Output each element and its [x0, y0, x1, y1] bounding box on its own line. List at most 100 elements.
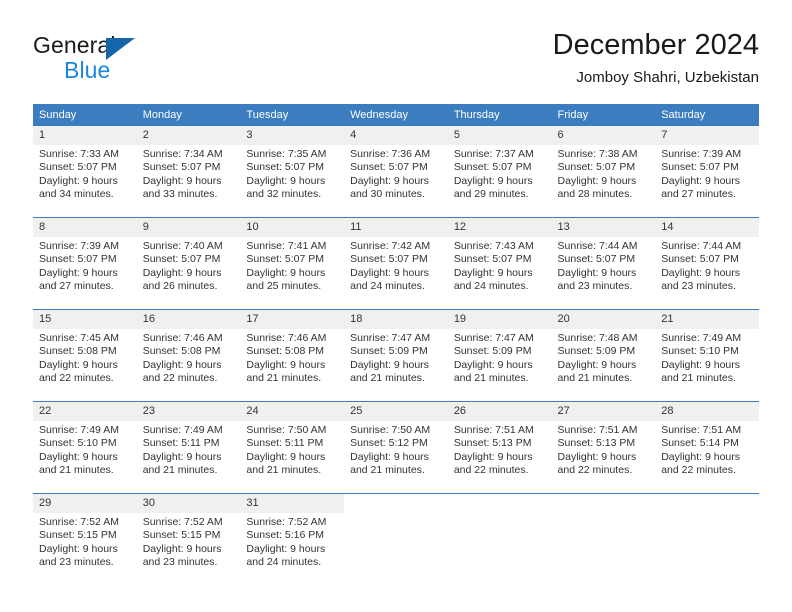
calendar-day-cell[interactable]: 12 Sunrise: 7:43 AM Sunset: 5:07 PM Dayligh… [447, 217, 552, 300]
weekday-header-thursday: Thursday [447, 104, 552, 126]
calendar-day-cell[interactable]: 22 Sunrise: 7:49 AM Sunset: 5:10 PM Dayligh… [33, 401, 137, 484]
daylight-duration-line2: and 23 minutes. [142, 556, 218, 569]
calendar-day-cell[interactable]: 14 Sunrise: 7:44 AM Sunset: 5:07 PM Dayligh… [655, 217, 759, 300]
day-sun-info: Sunrise: 7:49 AM Sunset: 5:10 PM Daylight:… [33, 421, 137, 478]
sunset-time: Sunset: 5:07 PM [142, 253, 221, 266]
calendar-day-cell[interactable]: 7 Sunrise: 7:39 AM Sunset: 5:07 PM Daylight… [655, 126, 759, 208]
calendar-day-cell[interactable]: 30 Sunrise: 7:52 AM Sunset: 5:15 PM Dayligh… [136, 493, 241, 576]
calendar-day-cell[interactable]: 6 Sunrise: 7:38 AM Sunset: 5:07 PM Daylight… [551, 126, 656, 208]
daylight-duration-line1: Daylight: 9 hours [246, 450, 326, 463]
day-sun-info: Sunrise: 7:40 AM Sunset: 5:07 PM Daylight:… [137, 237, 241, 294]
day-sun-info: Sunrise: 7:45 AM Sunset: 5:08 PM Daylight:… [33, 329, 137, 386]
sunset-time: Sunset: 5:09 PM [453, 345, 532, 358]
calendar-day-cell[interactable]: 24 Sunrise: 7:50 AM Sunset: 5:11 PM Dayligh… [240, 401, 345, 484]
daylight-duration-line1: Daylight: 9 hours [350, 358, 429, 371]
page-header: General Blue December 2024 Jomboy Shahri… [0, 0, 792, 100]
day-sun-info: Sunrise: 7:46 AM Sunset: 5:08 PM Daylight:… [240, 329, 344, 386]
calendar-day-cell[interactable]: 16 Sunrise: 7:46 AM Sunset: 5:08 PM Dayligh… [136, 309, 241, 392]
sunrise-time: Sunrise: 7:34 AM [142, 148, 223, 160]
sunrise-time: Sunrise: 7:48 AM [557, 332, 638, 344]
sunrise-time: Sunrise: 7:47 AM [350, 332, 431, 344]
calendar-day-cell[interactable]: 20 Sunrise: 7:48 AM Sunset: 5:09 PM Dayligh… [551, 309, 656, 392]
daylight-duration-line1: Daylight: 9 hours [246, 358, 326, 371]
daylight-duration-line2: and 22 minutes. [453, 464, 529, 477]
calendar-day-cell[interactable]: 19 Sunrise: 7:47 AM Sunset: 5:09 PM Dayligh… [447, 309, 552, 392]
day-number: 18 [344, 310, 448, 329]
sunset-time: Sunset: 5:07 PM [661, 161, 739, 174]
day-sun-info: Sunrise: 7:39 AM Sunset: 5:07 PM Daylight:… [33, 237, 137, 294]
calendar-day-cell[interactable]: 15 Sunrise: 7:45 AM Sunset: 5:08 PM Dayligh… [33, 309, 137, 392]
generalblue-logo: General Blue [33, 32, 233, 88]
day-sun-info: Sunrise: 7:41 AM Sunset: 5:07 PM Daylight:… [240, 237, 344, 294]
daylight-duration-line2: and 30 minutes. [350, 188, 425, 201]
calendar-day-cell[interactable]: 5 Sunrise: 7:37 AM Sunset: 5:07 PM Daylight… [447, 126, 552, 208]
calendar-day-cell[interactable]: 21 Sunrise: 7:49 AM Sunset: 5:10 PM Dayligh… [655, 309, 759, 392]
sunrise-time: Sunrise: 7:49 AM [142, 424, 223, 436]
calendar-day-cell[interactable]: 8 Sunrise: 7:39 AM Sunset: 5:07 PM Daylight… [33, 217, 137, 300]
sunset-time: Sunset: 5:11 PM [142, 437, 220, 450]
daylight-duration-line1: Daylight: 9 hours [39, 450, 118, 463]
daylight-duration-line1: Daylight: 9 hours [246, 266, 326, 279]
day-sun-info: Sunrise: 7:43 AM Sunset: 5:07 PM Daylight:… [448, 237, 552, 294]
sunset-time: Sunset: 5:07 PM [350, 253, 428, 266]
daylight-duration-line1: Daylight: 9 hours [453, 266, 533, 279]
day-number: 4 [344, 126, 448, 145]
daylight-duration-line1: Daylight: 9 hours [142, 358, 222, 371]
calendar-day-cell[interactable]: 31 Sunrise: 7:52 AM Sunset: 5:16 PM Dayligh… [240, 493, 345, 576]
daylight-duration-line1: Daylight: 9 hours [661, 358, 741, 371]
day-number [552, 494, 656, 513]
calendar-week-row: 15 Sunrise: 7:45 AM Sunset: 5:08 PM Dayligh… [33, 309, 759, 392]
sunrise-time: Sunrise: 7:44 AM [557, 240, 638, 252]
daylight-duration-line1: Daylight: 9 hours [39, 358, 118, 371]
weekday-header-saturday: Saturday [655, 104, 759, 126]
calendar-day-cell[interactable]: 1 Sunrise: 7:33 AM Sunset: 5:07 PM Daylight… [33, 126, 137, 208]
calendar-day-cell[interactable]: 28 Sunrise: 7:51 AM Sunset: 5:14 PM Dayligh… [655, 401, 759, 484]
calendar-day-cell[interactable]: 18 Sunrise: 7:47 AM Sunset: 5:09 PM Dayligh… [344, 309, 448, 392]
calendar-week-row: 1 Sunrise: 7:33 AM Sunset: 5:07 PM Daylight… [33, 126, 759, 208]
calendar-day-cell[interactable]: 26 Sunrise: 7:51 AM Sunset: 5:13 PM Dayligh… [447, 401, 552, 484]
sunset-time: Sunset: 5:09 PM [557, 345, 636, 358]
week-row-spacer [33, 392, 759, 402]
sunrise-time: Sunrise: 7:50 AM [246, 424, 327, 436]
daylight-duration-line2: and 22 minutes. [142, 372, 218, 385]
sunrise-time: Sunrise: 7:41 AM [246, 240, 327, 252]
calendar-day-cell[interactable]: 29 Sunrise: 7:52 AM Sunset: 5:15 PM Dayligh… [33, 493, 137, 576]
daylight-duration-line2: and 21 minutes. [39, 464, 114, 477]
day-number: 2 [136, 126, 241, 145]
calendar-day-cell[interactable]: 4 Sunrise: 7:36 AM Sunset: 5:07 PM Daylight… [344, 126, 448, 208]
calendar-day-cell[interactable]: 3 Sunrise: 7:35 AM Sunset: 5:07 PM Daylight… [240, 126, 345, 208]
calendar-day-cell[interactable]: 23 Sunrise: 7:49 AM Sunset: 5:11 PM Dayligh… [136, 401, 241, 484]
sunrise-time: Sunrise: 7:46 AM [246, 332, 327, 344]
calendar-day-cell[interactable]: 10 Sunrise: 7:41 AM Sunset: 5:07 PM Dayligh… [240, 217, 345, 300]
day-number: 7 [655, 126, 759, 145]
sunset-time: Sunset: 5:07 PM [142, 161, 221, 174]
calendar-day-cell[interactable]: 11 Sunrise: 7:42 AM Sunset: 5:07 PM Dayligh… [344, 217, 448, 300]
daylight-duration-line1: Daylight: 9 hours [557, 174, 637, 187]
daylight-duration-line2: and 32 minutes. [246, 188, 322, 201]
calendar-day-cell[interactable]: 13 Sunrise: 7:44 AM Sunset: 5:07 PM Dayligh… [551, 217, 656, 300]
sunset-time: Sunset: 5:15 PM [39, 529, 117, 542]
weekday-header-sunday: Sunday [33, 104, 137, 126]
daylight-duration-line2: and 21 minutes. [350, 464, 425, 477]
sunrise-time: Sunrise: 7:52 AM [142, 516, 223, 528]
calendar-week-row: 8 Sunrise: 7:39 AM Sunset: 5:07 PM Daylight… [33, 217, 759, 300]
day-sun-info: Sunrise: 7:48 AM Sunset: 5:09 PM Daylight:… [552, 329, 656, 386]
day-number: 22 [33, 402, 137, 421]
calendar-day-cell[interactable]: 25 Sunrise: 7:50 AM Sunset: 5:12 PM Dayligh… [344, 401, 448, 484]
calendar-day-cell[interactable]: 17 Sunrise: 7:46 AM Sunset: 5:08 PM Dayligh… [240, 309, 345, 392]
day-sun-info: Sunrise: 7:50 AM Sunset: 5:12 PM Daylight:… [344, 421, 448, 478]
sunset-time: Sunset: 5:07 PM [557, 253, 636, 266]
sunset-time: Sunset: 5:13 PM [453, 437, 532, 450]
page-subtitle-location: Jomboy Shahri, Uzbekistan [576, 69, 759, 86]
calendar-day-cell[interactable]: 9 Sunrise: 7:40 AM Sunset: 5:07 PM Daylight… [136, 217, 241, 300]
sunset-time: Sunset: 5:09 PM [350, 345, 428, 358]
sunrise-time: Sunrise: 7:33 AM [39, 148, 119, 160]
day-number: 12 [447, 218, 552, 237]
calendar-day-cell[interactable]: 2 Sunrise: 7:34 AM Sunset: 5:07 PM Daylight… [136, 126, 241, 208]
daylight-duration-line1: Daylight: 9 hours [453, 358, 533, 371]
calendar-day-cell[interactable]: 27 Sunrise: 7:51 AM Sunset: 5:13 PM Dayligh… [551, 401, 656, 484]
sunset-time: Sunset: 5:16 PM [246, 529, 325, 542]
page-title: December 2024 [552, 29, 759, 61]
day-number: 15 [33, 310, 137, 329]
sunrise-time: Sunrise: 7:51 AM [557, 424, 638, 436]
